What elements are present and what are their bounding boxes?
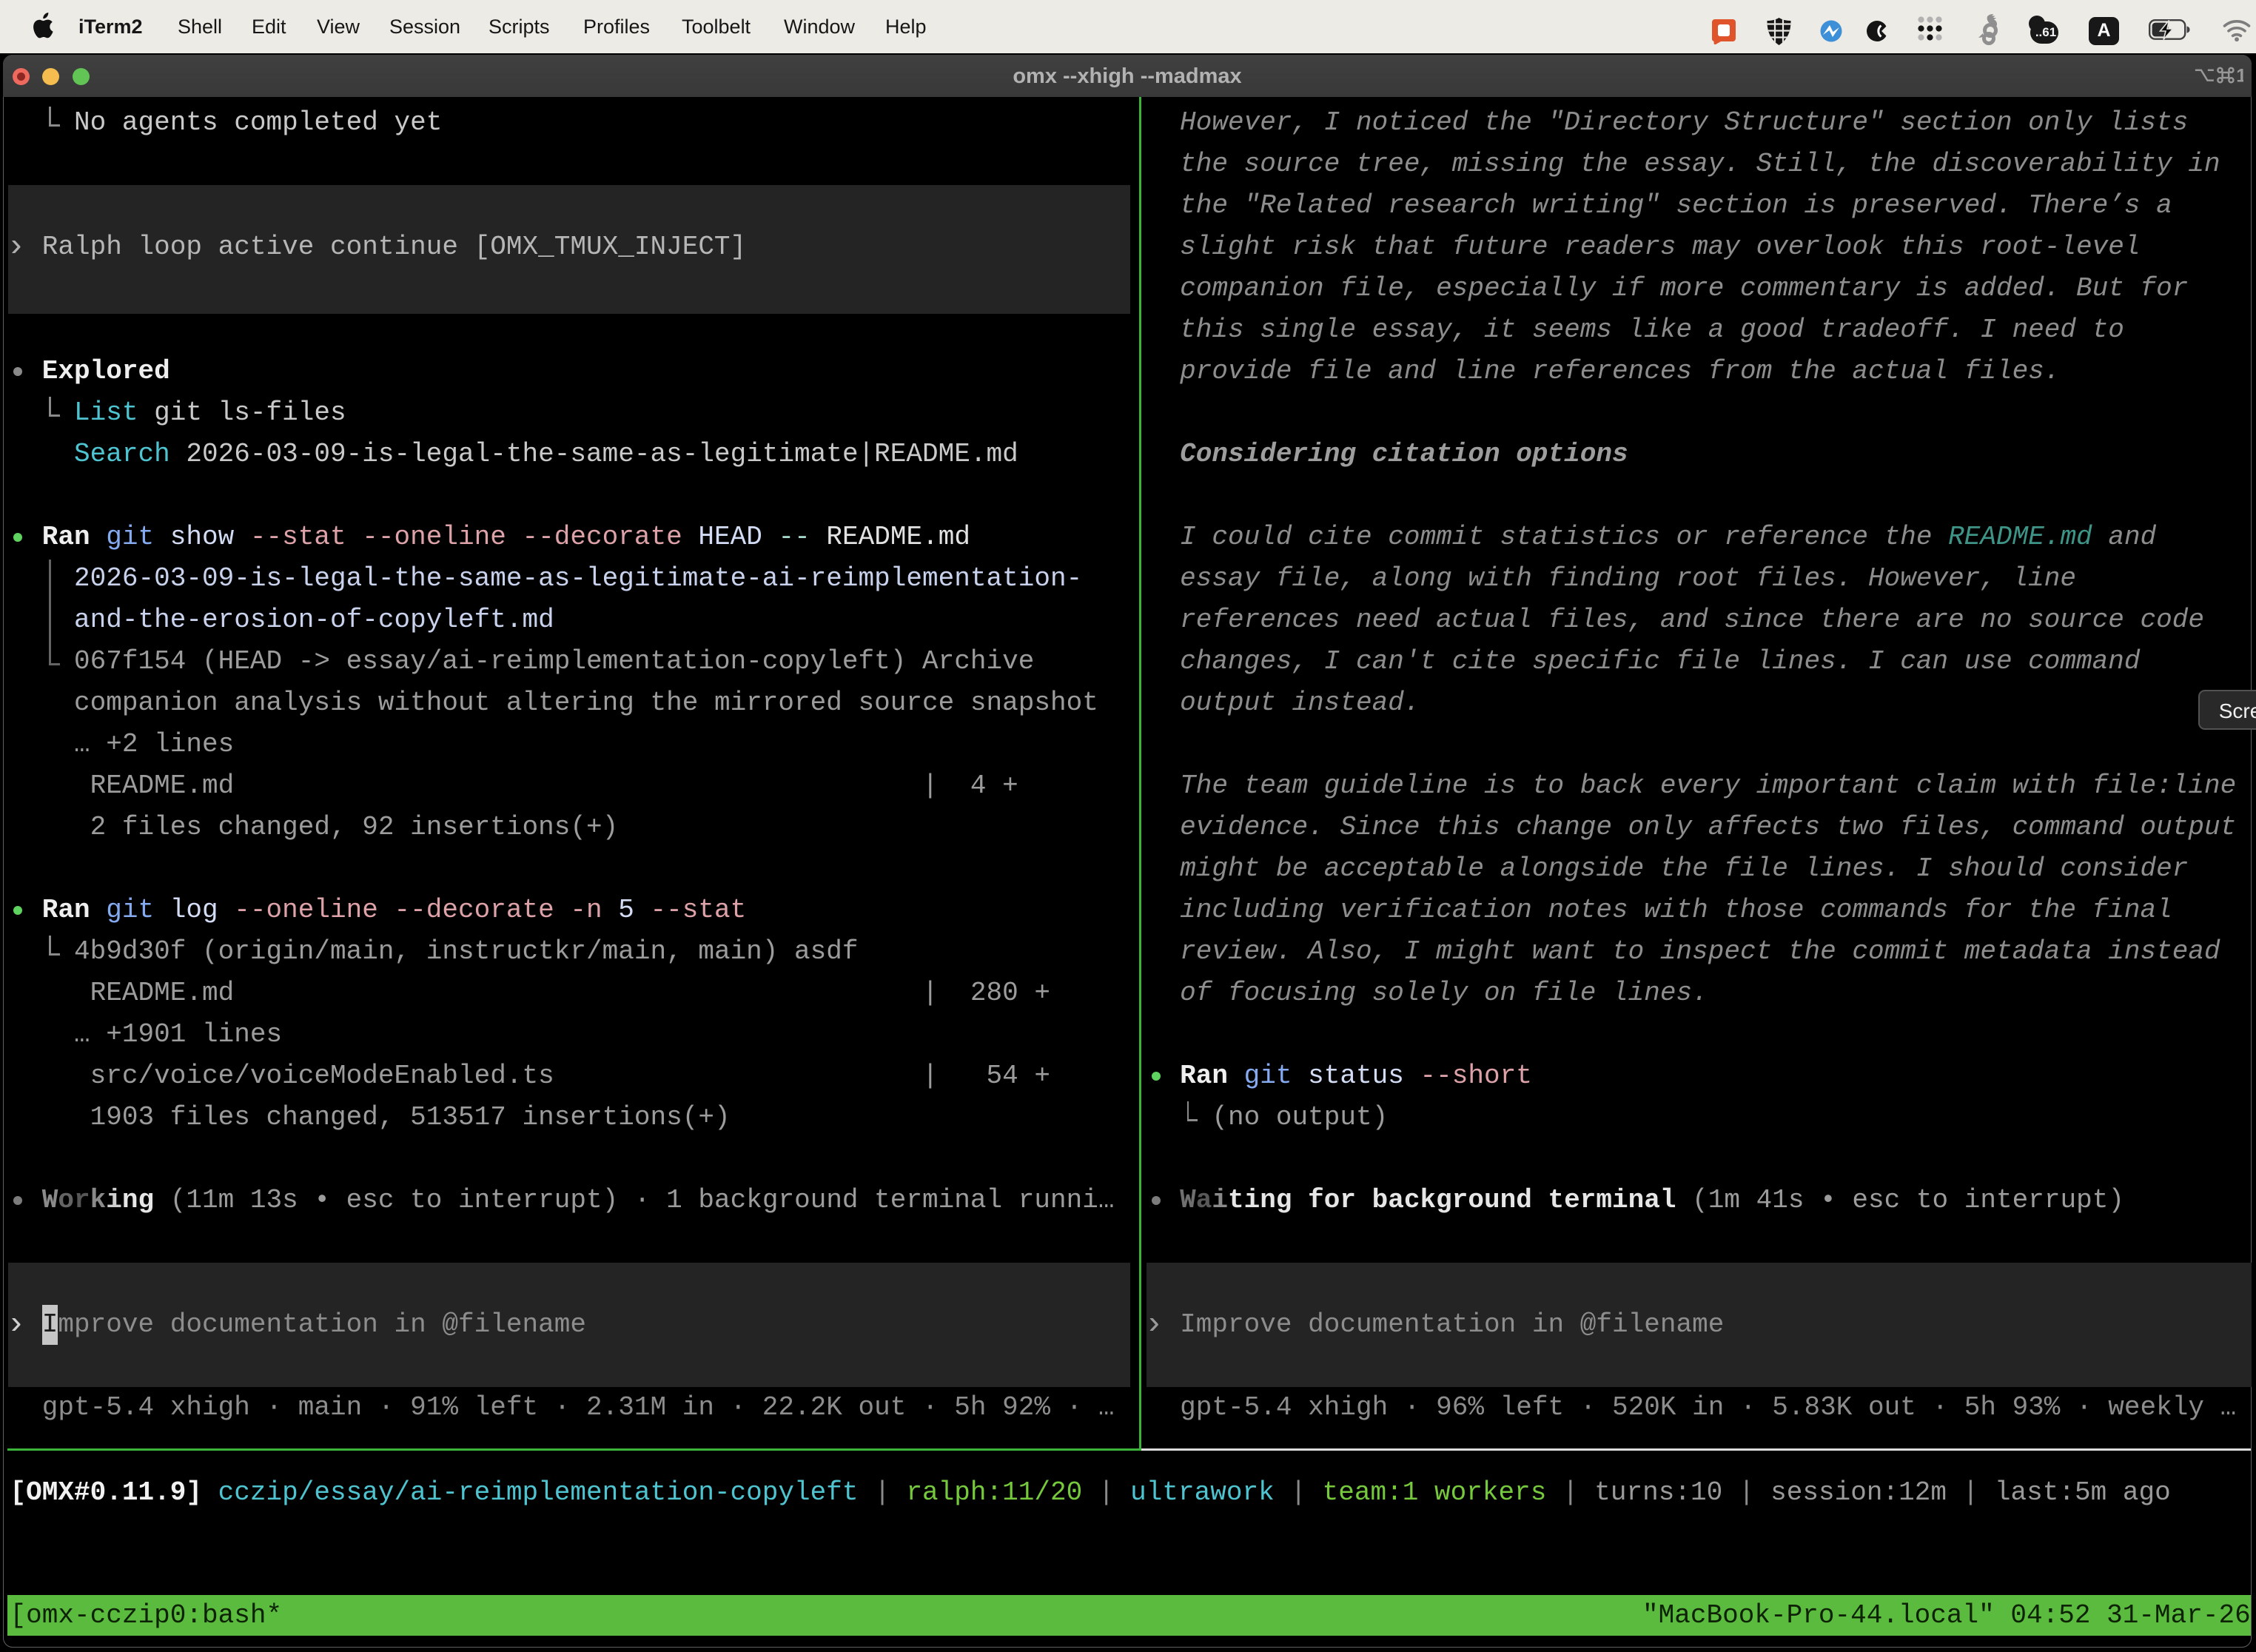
svg-text:1: 1	[2236, 65, 2243, 85]
